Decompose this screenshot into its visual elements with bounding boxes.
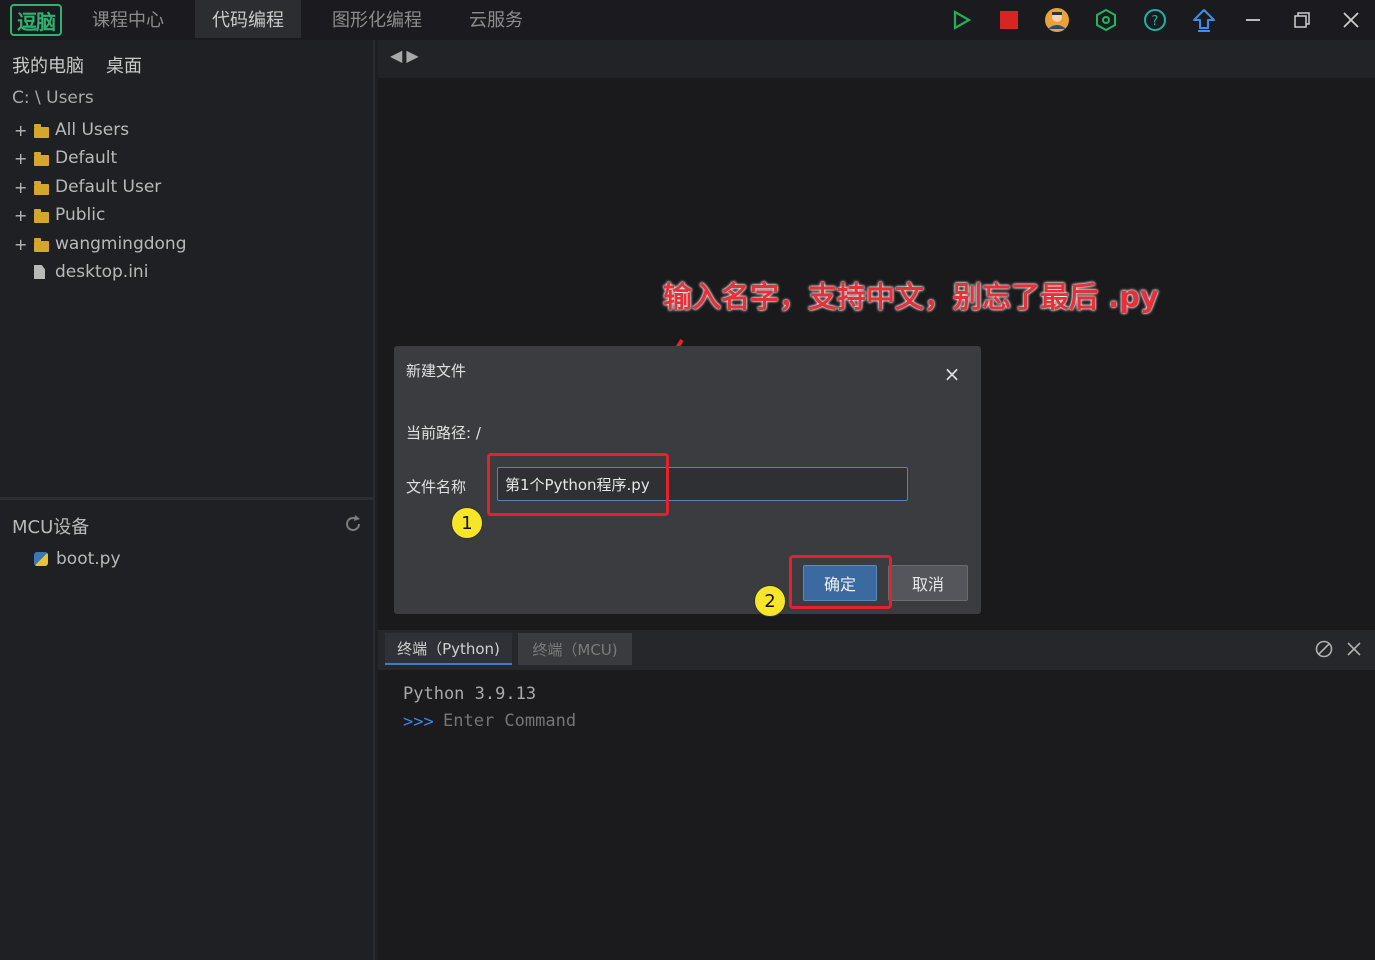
tree-item-label: Default xyxy=(55,148,118,168)
folder-icon xyxy=(34,180,49,195)
tree-item-desktop-ini[interactable]: desktop.ini xyxy=(14,259,148,285)
refresh-icon[interactable] xyxy=(343,514,363,534)
panel-divider[interactable] xyxy=(0,497,375,500)
step-badge-1: 1 xyxy=(451,507,483,539)
scroll-left-icon[interactable]: ◀ xyxy=(390,46,406,65)
folder-icon xyxy=(34,123,49,138)
tab-desktop[interactable]: 桌面 xyxy=(106,56,142,77)
terminal-output: Python 3.9.13 >>> xyxy=(378,670,1375,960)
tree-item-label: All Users xyxy=(55,120,130,140)
expand-icon[interactable]: + xyxy=(14,149,28,168)
breadcrumb: C: \ Users xyxy=(12,88,94,108)
top-bar: 逗脑 课程中心 代码编程 图形化编程 云服务 ? xyxy=(0,0,1375,40)
folder-icon xyxy=(34,208,49,223)
hex-settings-icon[interactable] xyxy=(1092,6,1120,34)
annotation-text: 输入名字，支持中文，别忘了最后 .py xyxy=(663,280,1159,314)
close-icon[interactable] xyxy=(1337,6,1365,34)
tab-terminal-python[interactable]: 终端（Python) xyxy=(385,633,512,665)
minimize-icon[interactable] xyxy=(1239,6,1267,34)
tab-graphical-programming[interactable]: 图形化编程 xyxy=(318,0,436,38)
expand-icon[interactable]: + xyxy=(14,235,28,254)
app-logo: 逗脑 xyxy=(10,4,62,36)
tree-item-wangmingdong[interactable]: + wangmingdong xyxy=(14,231,187,257)
dialog-current-path: 当前路径: / xyxy=(406,424,481,442)
run-icon[interactable] xyxy=(947,6,975,34)
input-highlight-box xyxy=(487,453,669,516)
tree-item-label: wangmingdong xyxy=(55,234,187,254)
folder-icon xyxy=(34,151,49,166)
mcu-panel-title: MCU设备 xyxy=(12,517,90,538)
tree-item-label: desktop.ini xyxy=(55,262,149,282)
editor-tab-bar xyxy=(378,40,1375,78)
svg-text:?: ? xyxy=(1152,14,1159,29)
user-avatar-icon[interactable] xyxy=(1043,6,1071,34)
step-badge-2: 2 xyxy=(754,585,786,617)
clear-terminal-icon[interactable] xyxy=(1315,640,1333,658)
tree-item-default[interactable]: + Default xyxy=(14,145,117,171)
confirm-highlight-box xyxy=(789,555,892,609)
expand-icon[interactable]: + xyxy=(14,121,28,140)
tab-course-center[interactable]: 课程中心 xyxy=(76,0,180,38)
stop-icon[interactable] xyxy=(995,6,1023,34)
dialog-title: 新建文件 xyxy=(406,362,467,380)
tab-terminal-mcu[interactable]: 终端（MCU) xyxy=(518,633,632,665)
cancel-button[interactable]: 取消 xyxy=(888,565,968,601)
file-icon xyxy=(34,265,45,279)
upload-icon[interactable] xyxy=(1190,6,1218,34)
help-icon[interactable]: ? xyxy=(1141,6,1169,34)
python-version-line: Python 3.9.13 xyxy=(403,684,537,704)
tree-item-label: Public xyxy=(55,205,106,225)
restore-icon[interactable] xyxy=(1288,6,1316,34)
tree-item-default-user[interactable]: + Default User xyxy=(14,174,161,200)
expand-icon[interactable]: + xyxy=(14,178,28,197)
new-file-dialog: 新建文件 × 当前路径: / 文件名称 确定 取消 xyxy=(394,346,981,614)
terminal-prompt: >>> xyxy=(403,712,434,732)
tree-item-all-users[interactable]: + All Users xyxy=(14,117,129,143)
command-input[interactable] xyxy=(443,711,943,731)
tree-item-label: Default User xyxy=(55,177,162,197)
mcu-file-label: boot.py xyxy=(56,549,121,569)
python-file-icon xyxy=(34,552,48,566)
close-terminal-icon[interactable] xyxy=(1345,640,1363,658)
dialog-close-icon[interactable]: × xyxy=(942,364,962,384)
file-name-label: 文件名称 xyxy=(406,478,467,496)
tab-cloud-service[interactable]: 云服务 xyxy=(452,0,540,38)
location-tabs: 我的电脑 桌面 xyxy=(12,52,164,78)
editor-tab-scroll: ◀▶ xyxy=(390,46,423,65)
tab-my-computer[interactable]: 我的电脑 xyxy=(12,56,84,77)
scroll-right-icon[interactable]: ▶ xyxy=(406,46,422,65)
folder-icon xyxy=(34,237,49,252)
tab-code-programming[interactable]: 代码编程 xyxy=(195,0,301,38)
expand-icon[interactable]: + xyxy=(14,206,28,225)
mcu-file-boot[interactable]: boot.py xyxy=(34,549,121,569)
tree-item-public[interactable]: + Public xyxy=(14,202,105,228)
file-explorer-panel: 我的电脑 桌面 C: \ Users + All Users + Default + D… xyxy=(0,40,375,960)
